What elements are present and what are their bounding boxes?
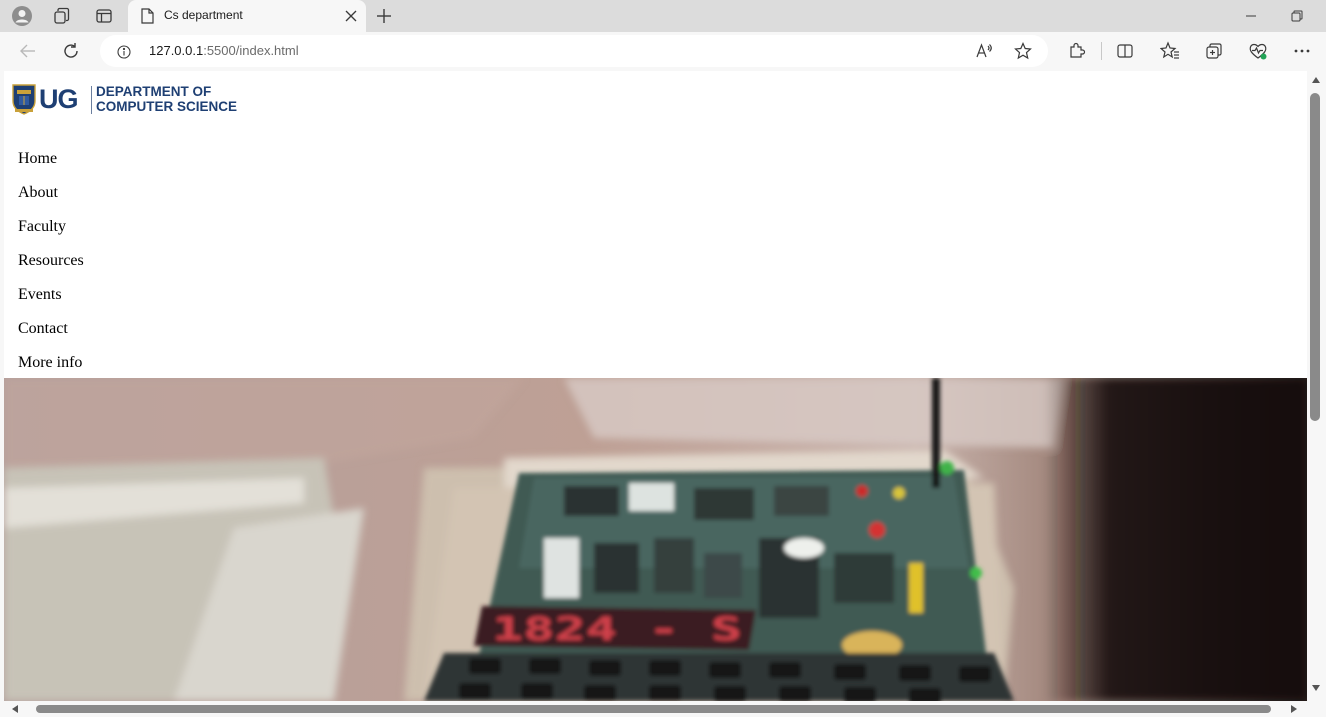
hero-photo: 1824 - S [4,378,1307,701]
nav-item-resources: Resources [18,250,84,284]
nav-item-home: Home [18,148,84,182]
nav-link-events[interactable]: Events [18,286,62,303]
page-icon [140,8,154,24]
tab-title: Cs department [164,8,243,22]
nav-link-faculty[interactable]: Faculty [18,218,66,235]
hero-image: 1824 - S [4,378,1307,701]
profile-icon[interactable] [11,6,33,26]
logo-line-2: COMPUTER SCIENCE [96,99,238,114]
browser-essentials-icon[interactable] [1248,41,1268,61]
more-options-icon[interactable] [1292,41,1312,61]
url-host: 127.0.0.1 [149,43,204,58]
close-tab-icon[interactable] [344,8,358,22]
university-crest-icon [12,83,36,115]
vertical-tabs-icon[interactable] [93,6,115,26]
scroll-left-icon[interactable] [12,705,18,713]
department-logo[interactable]: UG DEPARTMENT OF COMPUTER SCIENCE [12,83,240,117]
page-viewport: UG DEPARTMENT OF COMPUTER SCIENCE Home A… [4,71,1307,701]
logo-divider [91,86,92,114]
back-icon[interactable] [18,41,38,61]
browser-toolbar: 127.0.0.1:5500/index.html [0,32,1326,70]
nav-link-resources[interactable]: Resources [18,252,84,269]
logo-line-1: DEPARTMENT OF [96,84,212,99]
logo-ug-text: UG [39,84,78,114]
site-info-icon[interactable] [117,44,131,59]
tab-strip: Cs department [0,0,1326,32]
vertical-scroll-thumb[interactable] [1310,93,1320,421]
refresh-icon[interactable] [61,41,81,61]
horizontal-scroll-thumb[interactable] [36,705,1271,713]
favorite-star-icon[interactable] [1014,42,1032,60]
nav-link-contact[interactable]: Contact [18,320,68,337]
new-tab-icon[interactable] [374,6,394,26]
address-bar[interactable]: 127.0.0.1:5500/index.html [100,35,1048,67]
workspaces-icon[interactable] [51,6,73,26]
horizontal-scrollbar[interactable] [4,701,1307,717]
nav-item-contact: Contact [18,318,84,352]
vertical-scrollbar[interactable] [1307,71,1326,701]
split-screen-icon[interactable] [1115,41,1135,61]
nav-link-about[interactable]: About [18,184,58,201]
nav-link-home[interactable]: Home [18,150,57,167]
collections-icon[interactable] [1204,41,1224,61]
main-navigation: Home About Faculty Resources Events Cont… [18,148,84,386]
url-path: :5500/index.html [203,43,299,58]
scroll-right-icon[interactable] [1291,705,1297,713]
scroll-up-icon[interactable] [1312,77,1320,83]
favorites-icon[interactable] [1159,41,1180,61]
nav-link-more-info[interactable]: More info [18,354,82,371]
extensions-icon[interactable] [1067,41,1087,61]
toolbar-divider [1101,42,1102,60]
url-text[interactable]: 127.0.0.1:5500/index.html [149,43,299,58]
minimize-icon[interactable] [1243,8,1259,24]
scroll-down-icon[interactable] [1312,685,1320,691]
nav-item-about: About [18,182,84,216]
hero-display-text: 1824 - S [492,610,742,648]
active-tab[interactable]: Cs department [128,0,366,32]
restore-icon[interactable] [1289,8,1305,24]
read-aloud-icon[interactable] [975,42,993,60]
nav-item-faculty: Faculty [18,216,84,250]
nav-item-events: Events [18,284,84,318]
